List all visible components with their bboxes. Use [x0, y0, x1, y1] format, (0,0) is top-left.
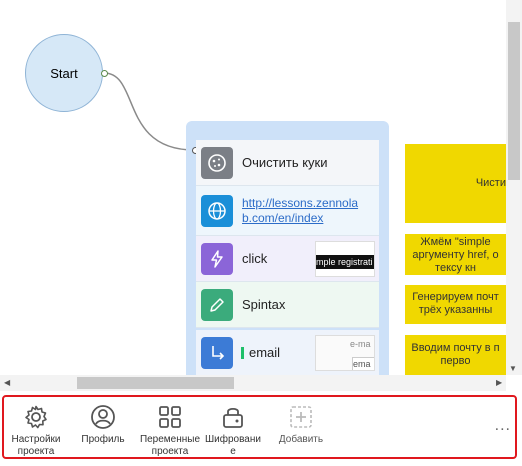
project-settings-button[interactable]: Настройки проекта — [5, 403, 67, 458]
project-variables-button[interactable]: Переменные проекта — [139, 403, 201, 458]
note-sticky[interactable]: Чисти — [405, 144, 506, 223]
encryption-button[interactable]: Шифровани е — [202, 403, 264, 458]
horizontal-scrollbar[interactable] — [0, 375, 506, 391]
grid-icon — [156, 403, 184, 431]
action-label: Spintax — [242, 297, 286, 312]
note-text: Жмём "simple — [420, 236, 491, 248]
toolbar-label: проекта — [17, 446, 55, 457]
vertical-scrollbar-thumb[interactable] — [508, 22, 520, 180]
note-sticky[interactable]: Жмём "simple аргументу href, о тексу кн — [405, 234, 506, 275]
user-icon — [89, 403, 117, 431]
toolbar-label: е — [230, 446, 236, 457]
note-sticky[interactable]: Генерируем почт трёх указанны — [405, 285, 506, 324]
thumbnail-text: mple registrati — [316, 255, 374, 269]
action-navigate-url[interactable]: http://lessons.zennolab.com/en/index — [196, 186, 379, 236]
note-text: перво — [440, 355, 471, 367]
more-options-icon[interactable]: ... — [495, 417, 511, 435]
cookie-icon — [201, 146, 233, 179]
note-text: Генерируем почт — [412, 291, 499, 303]
scroll-left-arrow-icon[interactable]: ◀ — [4, 378, 10, 387]
action-spintax[interactable]: Spintax — [196, 282, 379, 328]
toolbar-label: Переменные — [139, 434, 201, 445]
status-indicator — [241, 346, 244, 359]
lock-icon — [219, 403, 247, 431]
start-node[interactable]: Start — [25, 34, 103, 112]
action-label: Очистить куки — [242, 155, 328, 170]
add-button[interactable]: Добавить — [270, 403, 332, 446]
action-click[interactable]: click mple registrati — [196, 236, 379, 282]
scroll-right-arrow-icon[interactable]: ▶ — [496, 378, 502, 387]
action-label: click — [242, 251, 268, 266]
action-email[interactable]: email e-ma ema — [196, 330, 379, 375]
project-canvas[interactable]: Start Очистить куки http://lessons.zenno… — [0, 0, 506, 375]
action-thumbnail: e-ma ema — [315, 335, 375, 371]
action-url-link[interactable]: http://lessons.zennolab.com/en/index — [242, 196, 364, 226]
profile-button[interactable]: Профиль — [72, 403, 134, 446]
toolbar-label: Добавить — [278, 434, 324, 445]
note-text: трёх указанны — [418, 304, 493, 316]
horizontal-scrollbar-thumb[interactable] — [77, 377, 234, 389]
action-thumbnail: mple registrati — [315, 241, 375, 277]
action-label: email — [249, 345, 281, 360]
note-text: Вводим почту в п — [411, 342, 500, 354]
note-text: Чисти — [475, 177, 506, 189]
note-sticky[interactable]: Вводим почту в п перво — [405, 335, 506, 375]
start-node-label: Start — [50, 65, 78, 81]
note-text: тексу кн — [435, 262, 476, 274]
thumbnail-text: ema — [352, 357, 374, 370]
action-clear-cookies[interactable]: Очистить куки — [196, 140, 379, 186]
toolbar-label: Шифровани — [205, 434, 261, 445]
gear-icon — [22, 403, 50, 431]
arrow-down-right-icon — [201, 336, 233, 369]
add-icon — [287, 403, 315, 431]
thumbnail-text: e-ma — [350, 339, 371, 349]
pencil-icon — [201, 288, 233, 321]
globe-icon — [201, 194, 233, 227]
start-output-port[interactable] — [101, 70, 108, 77]
toolbar-label: Профиль — [81, 434, 125, 445]
note-text: аргументу href, о — [412, 249, 499, 261]
scroll-down-arrow-icon[interactable]: ▼ — [509, 364, 517, 373]
toolbar-label: Настройки — [11, 434, 61, 445]
bottom-toolbar: Настройки проекта Профиль Переменные проек… — [2, 395, 517, 459]
lightning-icon — [201, 242, 233, 275]
toolbar-label: проекта — [151, 446, 189, 457]
